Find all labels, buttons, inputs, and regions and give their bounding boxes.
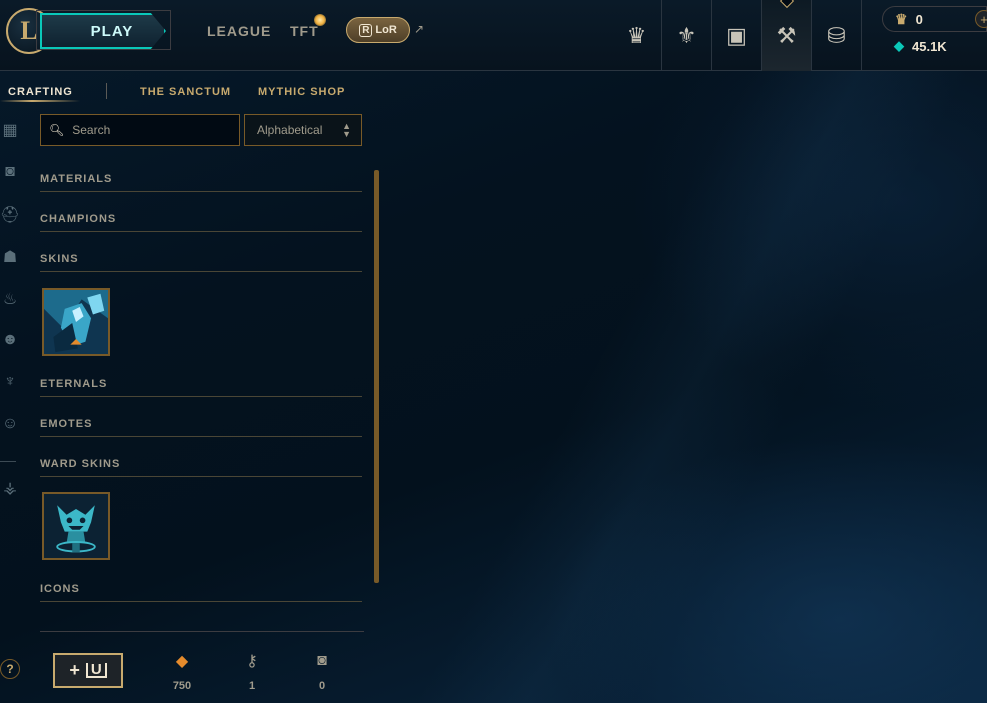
riot-points-value: 0 bbox=[915, 11, 923, 27]
skin-mask-icon[interactable]: ☗ bbox=[0, 247, 20, 267]
play-button[interactable]: PLAY bbox=[40, 13, 166, 49]
category-icons[interactable]: ICONS bbox=[40, 570, 362, 602]
category-materials[interactable]: MATERIALS bbox=[40, 160, 362, 192]
bottom-divider bbox=[40, 631, 364, 632]
riot-points-display[interactable]: ♛ 0 bbox=[882, 6, 987, 32]
blue-essence-icon: ◆ bbox=[894, 38, 904, 53]
lor-mark: R bbox=[359, 23, 373, 37]
flame-icon[interactable]: ♨ bbox=[0, 289, 20, 309]
category-label: ICONS bbox=[40, 583, 80, 595]
loot-crafting-icon[interactable]: ⚒ bbox=[762, 0, 812, 71]
nav-tft[interactable]: TFT bbox=[290, 23, 319, 39]
orange-essence-counter: ◆ 750 bbox=[162, 650, 202, 692]
key-count: 1 bbox=[248, 680, 256, 692]
ward-skin-tile[interactable] bbox=[42, 492, 110, 560]
icon-navigation: ♛ ⚜ ▣ ⚒ ⛁ bbox=[612, 0, 862, 71]
help-button[interactable]: ? bbox=[0, 659, 20, 679]
lor-button[interactable]: R LoR bbox=[346, 17, 410, 43]
category-label: ETERNALS bbox=[40, 378, 108, 390]
key-counter: ⚷ 1 bbox=[232, 650, 272, 692]
tab-mythic-shop[interactable]: MYTHIC SHOP bbox=[258, 86, 345, 98]
blue-essence-value: 45.1K bbox=[912, 38, 947, 54]
category-label: CHAMPIONS bbox=[40, 213, 117, 225]
tft-notification-glow bbox=[314, 14, 326, 26]
chest-counter: ◙ 0 bbox=[302, 650, 342, 692]
sort-chevron-icon: ▲ ▼ bbox=[342, 122, 351, 139]
orange-essence-icon: ◆ bbox=[175, 653, 189, 670]
blue-essence-display: ◆ 45.1K bbox=[894, 38, 947, 54]
tab-divider bbox=[106, 83, 107, 99]
tab-the-sanctum[interactable]: THE SANCTUM bbox=[140, 86, 231, 98]
search-box: 🔍︎ bbox=[40, 114, 240, 146]
chest-count-icon: ◙ bbox=[317, 652, 327, 669]
collection-icon[interactable]: ▣ bbox=[712, 0, 762, 71]
list-scrollbar[interactable] bbox=[374, 170, 379, 583]
buy-rp-button[interactable]: + bbox=[975, 10, 987, 28]
champion-helmet-icon[interactable]: ⛑ bbox=[0, 205, 20, 225]
category-emotes[interactable]: EMOTES bbox=[40, 405, 362, 437]
rail-divider bbox=[0, 461, 16, 462]
search-input[interactable] bbox=[72, 123, 233, 137]
sort-dropdown[interactable]: Alphabetical ▲ ▼ bbox=[244, 114, 362, 146]
add-plus-label: + bbox=[69, 660, 80, 680]
summoner-icon[interactable]: ☺ bbox=[0, 414, 20, 434]
profile-crest-icon[interactable]: ⚜ bbox=[662, 0, 712, 71]
ward-skin-art bbox=[44, 494, 108, 558]
logo-letter: L bbox=[20, 16, 38, 45]
skin-shard-art bbox=[44, 290, 108, 354]
category-label: WARD SKINS bbox=[40, 458, 121, 470]
play-button-label: PLAY bbox=[90, 22, 134, 40]
tab-crafting[interactable]: CRAFTING bbox=[8, 86, 73, 98]
chest-filter-icon[interactable]: ◙ bbox=[0, 162, 20, 182]
nav-league[interactable]: LEAGUE bbox=[207, 23, 271, 39]
emote-face-icon[interactable]: ☻ bbox=[0, 330, 20, 350]
search-icon: 🔍︎ bbox=[49, 123, 65, 137]
chevron-down-icon: ▼ bbox=[342, 129, 351, 139]
tft-icon[interactable]: ⚶ bbox=[0, 478, 20, 498]
currency-panel: ♛ 0 + ◆ 45.1K bbox=[882, 6, 987, 62]
category-label: SKINS bbox=[40, 253, 79, 265]
chest-icon: U bbox=[85, 662, 107, 678]
external-link-icon: ↗ bbox=[414, 22, 425, 36]
category-ward-skins[interactable]: WARD SKINS bbox=[40, 445, 362, 477]
sort-value: Alphabetical bbox=[257, 123, 323, 137]
lor-label: LoR bbox=[375, 24, 397, 36]
category-skins[interactable]: SKINS bbox=[40, 240, 362, 272]
key-icon: ⚷ bbox=[246, 653, 258, 670]
ward-icon[interactable]: ♆ bbox=[0, 372, 20, 392]
active-tab-underline bbox=[0, 100, 80, 102]
category-label: MATERIALS bbox=[40, 173, 113, 185]
category-champions[interactable]: CHAMPIONS bbox=[40, 200, 362, 232]
store-coins-icon[interactable]: ⛁ bbox=[812, 0, 862, 71]
category-label: EMOTES bbox=[40, 418, 93, 430]
worlds-trophy-icon[interactable]: ♛ bbox=[612, 0, 662, 71]
top-navigation-bar: L PLAY LEAGUE TFT R LoR ↗ ♛ ⚜ ▣ ⚒ ⛁ ♛ 0 … bbox=[0, 0, 987, 71]
category-eternals[interactable]: ETERNALS bbox=[40, 365, 362, 397]
all-items-grid-icon[interactable]: ▦ bbox=[0, 120, 20, 140]
skin-shard-tile[interactable] bbox=[42, 288, 110, 356]
loot-list: MATERIALS CHAMPIONS SKINS ETERNALS EMOTE… bbox=[40, 160, 362, 630]
orange-essence-count: 750 bbox=[172, 680, 192, 692]
add-chest-button[interactable]: + U bbox=[53, 653, 123, 688]
chest-count: 0 bbox=[318, 680, 326, 692]
riot-points-icon: ♛ bbox=[895, 10, 908, 27]
